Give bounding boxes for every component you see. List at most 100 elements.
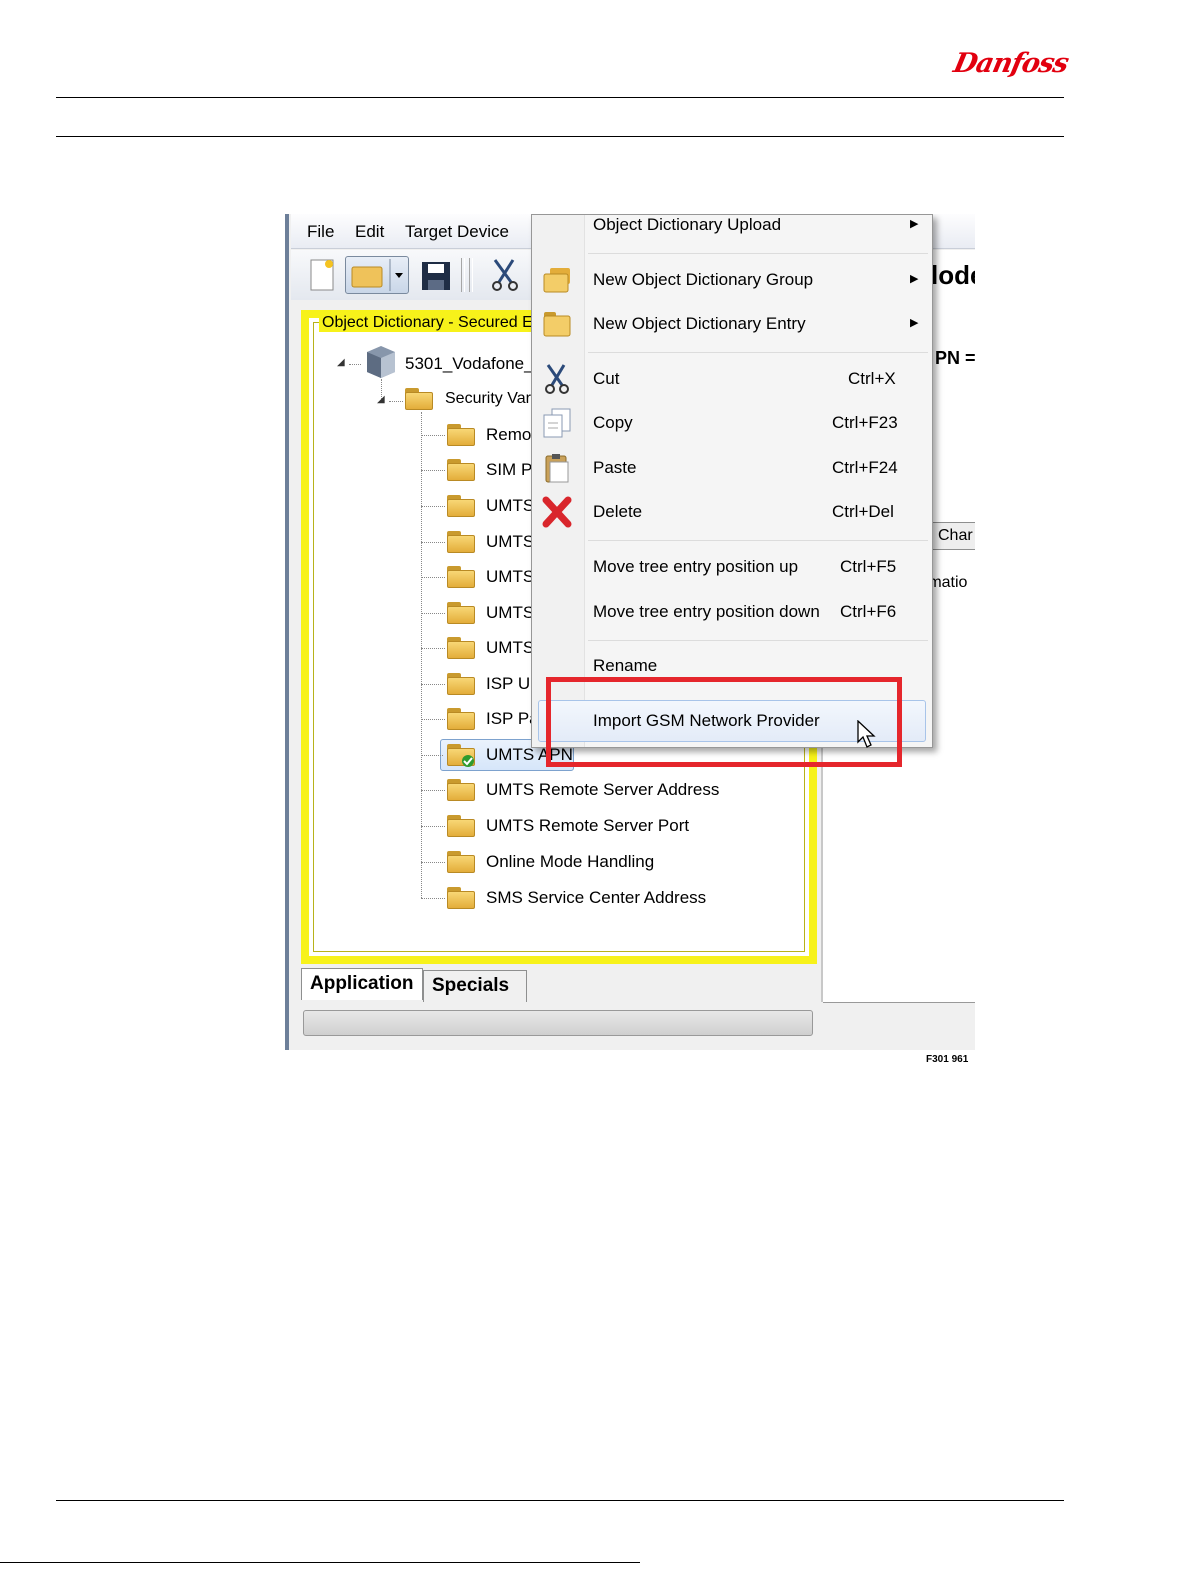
folder-group-icon (540, 264, 574, 296)
tree-line (421, 684, 445, 685)
menu-item-new-group[interactable]: New Object Dictionary Group ▶ (532, 260, 932, 300)
tree-line (421, 755, 443, 756)
menu-item-label: Delete (593, 502, 643, 521)
tree-item[interactable]: SMS Service Center Address (486, 888, 706, 908)
menu-item-move-up[interactable]: Move tree entry position up Ctrl+F5 (532, 547, 932, 587)
details-label-fragment: PN = (935, 348, 975, 368)
tree-line (421, 577, 445, 578)
menu-item-label: Move tree entry position down (593, 602, 820, 621)
folder-icon (447, 635, 475, 659)
tree-line (349, 364, 361, 365)
tree-line (421, 719, 445, 720)
tree-line (421, 470, 445, 471)
tree-item[interactable]: UMTS (486, 532, 534, 552)
tree-line (421, 898, 445, 899)
new-file-icon[interactable] (305, 256, 339, 294)
context-menu: Object Dictionary Upload ▶ New Object Di… (531, 214, 933, 748)
details-title-fragment: lode (931, 260, 975, 290)
menu-item-label: Cut (593, 369, 620, 388)
menu-item-shortcut: Ctrl+X (848, 369, 896, 388)
folder-icon (540, 308, 574, 340)
folder-icon (447, 885, 475, 909)
submenu-arrow-icon: ▶ (910, 218, 919, 230)
folder-icon (447, 813, 475, 837)
tree-line (421, 506, 445, 507)
menu-item-shortcut: Ctrl+F6 (840, 602, 897, 621)
tree-item[interactable]: ISP U: (486, 674, 535, 694)
toolbar-separator (469, 258, 473, 292)
tree-line (421, 542, 445, 543)
menu-item-shortcut: Ctrl+F23 (832, 413, 898, 432)
tree-line (389, 401, 403, 402)
header-rule-top (56, 97, 1064, 98)
tree-item[interactable]: UMTS (486, 638, 534, 658)
menu-item-shortcut: Ctrl+F24 (832, 458, 898, 477)
menu-item-label: Copy (593, 413, 633, 432)
toolbar-separator (461, 258, 465, 292)
device-cube-icon (363, 344, 397, 385)
folder-icon (447, 457, 475, 481)
expander-icon[interactable]: ◢ (377, 394, 385, 405)
tree-line (421, 435, 445, 436)
menu-separator (588, 253, 928, 254)
submenu-arrow-icon: ▶ (910, 273, 919, 285)
folder-icon (447, 422, 475, 446)
menu-item-label: Rename (593, 656, 658, 675)
menu-item-label: New Object Dictionary Group (593, 270, 814, 289)
delete-x-icon (540, 496, 574, 528)
tree-item[interactable]: SIM P (486, 460, 532, 480)
danfoss-logo: Danfoss (950, 40, 1071, 88)
menu-separator (588, 540, 928, 541)
tree-item[interactable]: UMTS (486, 496, 534, 516)
tree-item[interactable]: Online Mode Handling (486, 852, 654, 872)
tree-line (421, 862, 445, 863)
menu-item-copy[interactable]: Copy Ctrl+F23 (532, 403, 932, 443)
tree-line (421, 613, 445, 614)
folder-icon (447, 671, 475, 695)
header-rule-bottom (56, 136, 1064, 137)
tab-specials[interactable]: Specials (423, 970, 527, 1002)
menu-item-cut[interactable]: Cut Ctrl+X (532, 359, 932, 399)
tree-item[interactable]: UMTS Remote Server Port (486, 816, 689, 836)
folder-icon (447, 849, 475, 873)
menu-item-new-entry[interactable]: New Object Dictionary Entry ▶ (532, 304, 932, 344)
scissors-icon (540, 363, 574, 395)
menu-edit[interactable]: Edit (355, 222, 384, 242)
menu-item-label: Move tree entry position up (593, 557, 799, 576)
folder-icon (447, 493, 475, 517)
tree-item[interactable]: UMTS (486, 603, 534, 623)
menu-target-device[interactable]: Target Device (405, 222, 509, 242)
menu-item-label: New Object Dictionary Entry (593, 314, 806, 333)
copy-icon (540, 407, 574, 439)
tree-line (421, 648, 445, 649)
save-icon[interactable] (419, 256, 453, 294)
tree-item[interactable]: UMTS Remote Server Address (486, 780, 719, 800)
application-screenshot: File Edit Target Device lode PN = Char r… (285, 214, 975, 1050)
window-edge (285, 214, 289, 1050)
folder-icon (447, 529, 475, 553)
tree-line (421, 826, 445, 827)
menu-item-paste[interactable]: Paste Ctrl+F24 (532, 448, 932, 488)
scissors-icon[interactable] (487, 256, 521, 294)
menu-item-move-down[interactable]: Move tree entry position down Ctrl+F6 (532, 592, 932, 632)
menu-item-shortcut: Ctrl+Del (832, 502, 894, 521)
menu-item-label: Paste (593, 458, 637, 477)
folder-icon (447, 777, 475, 801)
progress-bar (303, 1010, 813, 1036)
open-folder-button[interactable] (345, 256, 409, 294)
logo-text: Danfoss (950, 48, 1071, 79)
folder-icon (447, 600, 475, 624)
footer-rule (56, 1500, 1064, 1501)
group-folder-icon (405, 386, 433, 410)
expander-icon[interactable]: ◢ (337, 357, 345, 368)
menu-item-object-dictionary-upload[interactable]: Object Dictionary Upload ▶ (532, 214, 932, 245)
tree-group-label[interactable]: Security Var (445, 390, 531, 408)
panel-divider (823, 1002, 975, 1003)
menu-item-delete[interactable]: Delete Ctrl+Del (532, 492, 932, 532)
tree-item[interactable]: Remot (486, 425, 536, 445)
menu-file[interactable]: File (307, 222, 334, 242)
tab-application[interactable]: Application (301, 968, 423, 1000)
tree-root-label[interactable]: 5301_Vodafone_I (405, 354, 538, 374)
tree-item[interactable]: UMTS (486, 567, 534, 587)
tree-line (421, 790, 445, 791)
